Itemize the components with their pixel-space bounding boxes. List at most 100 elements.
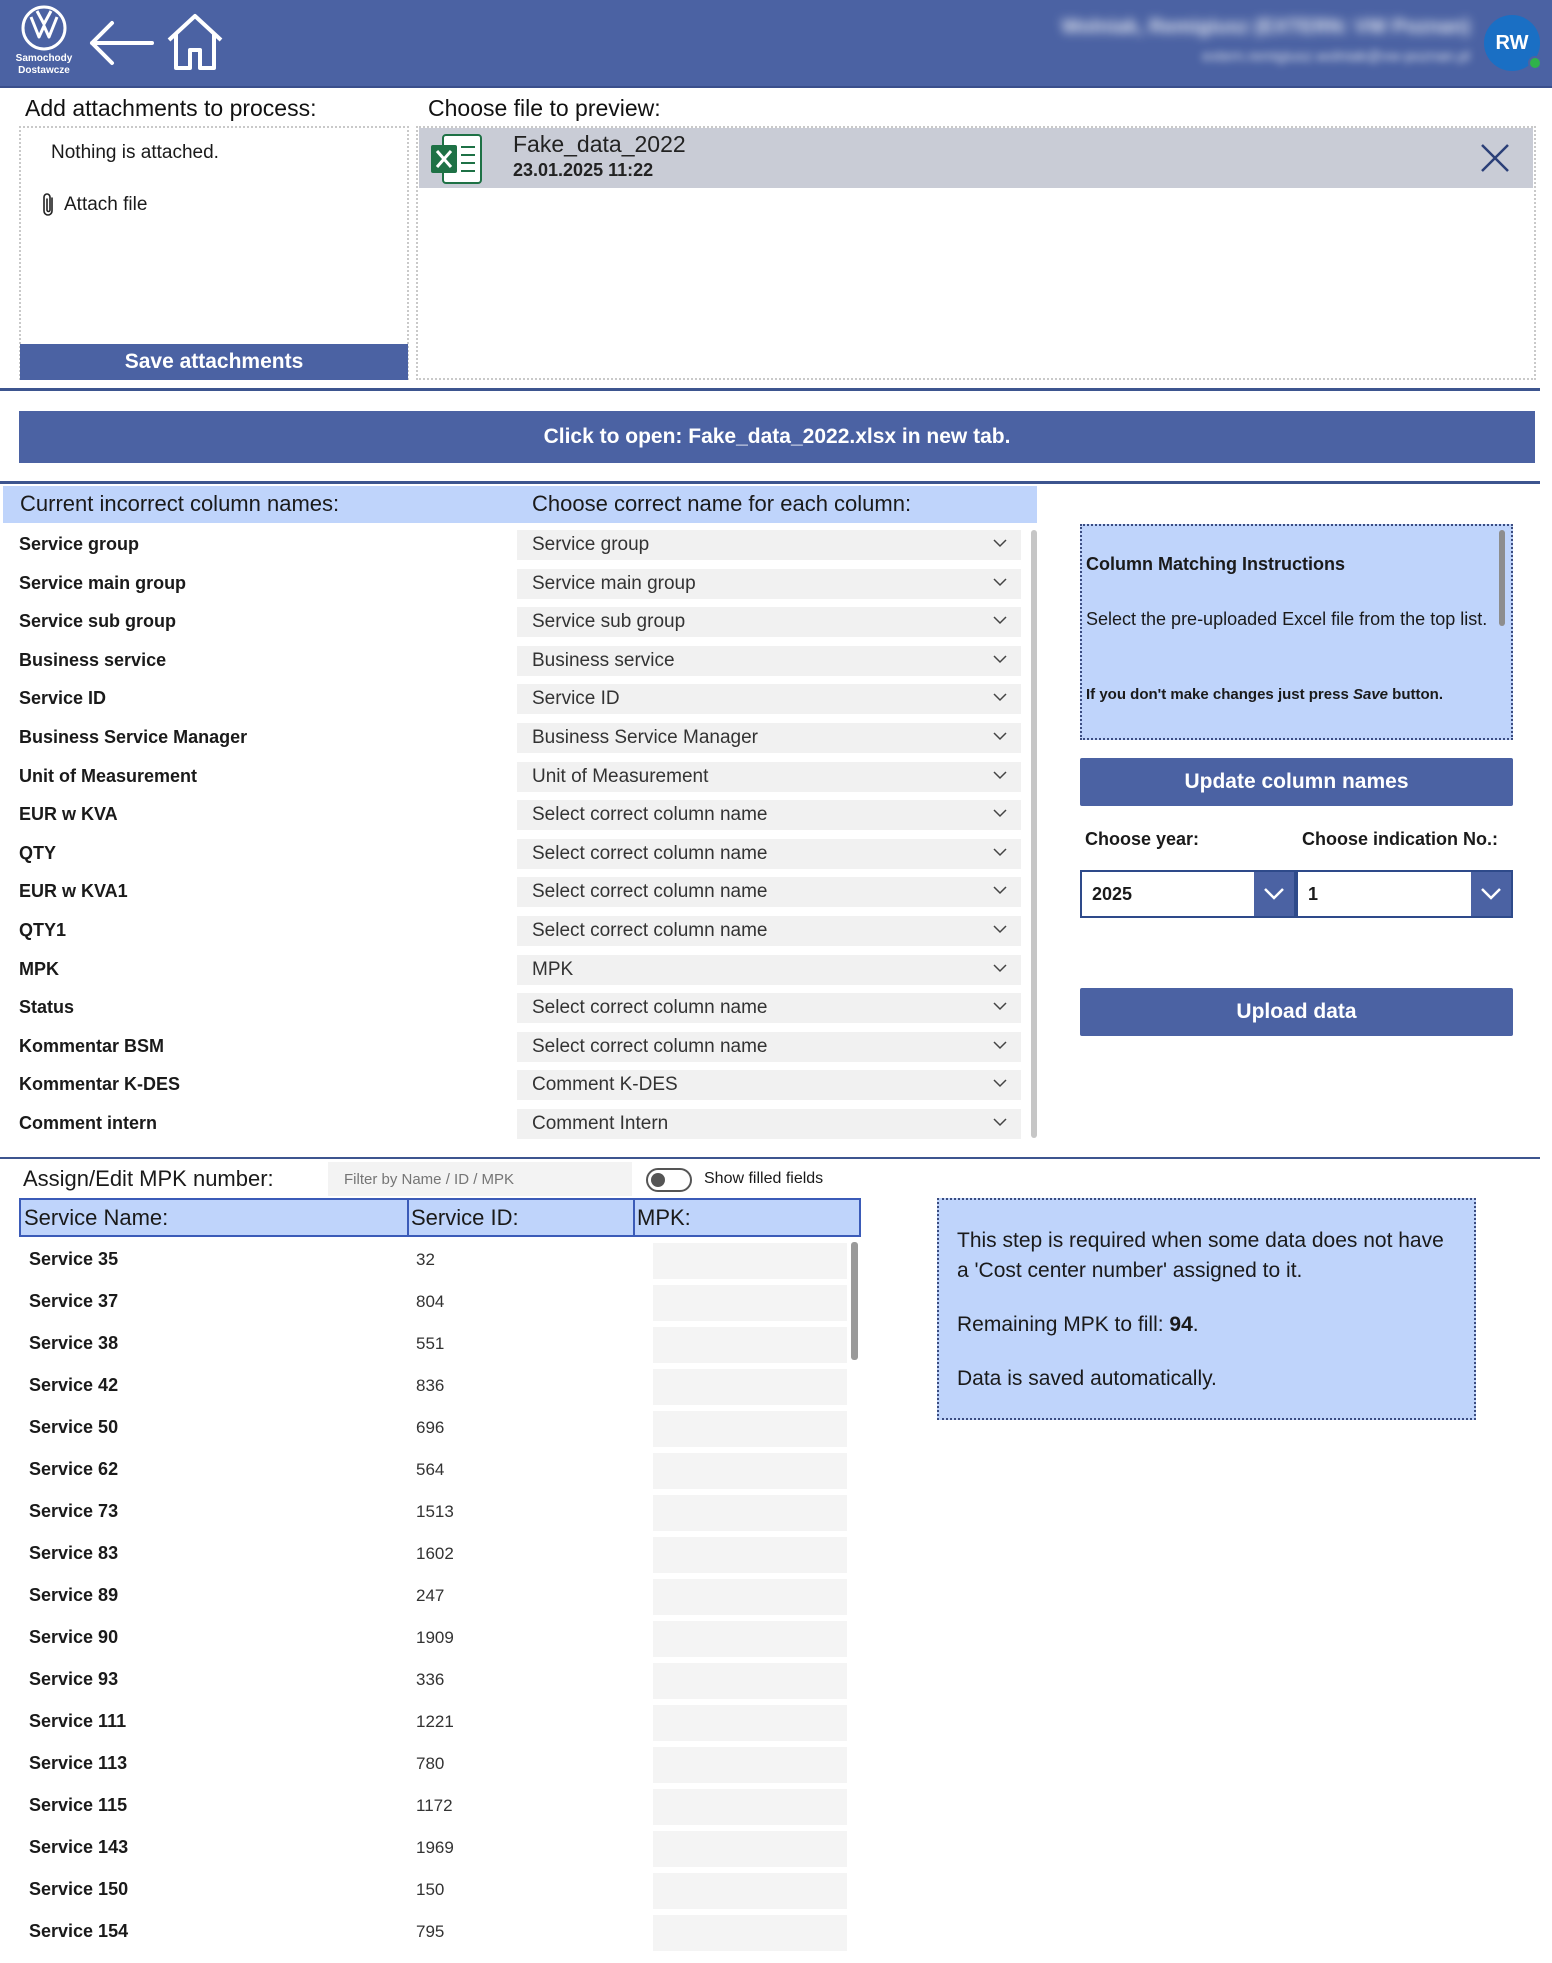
- column-name-dropdown[interactable]: MPK: [517, 954, 1021, 985]
- mpk-input[interactable]: [653, 1747, 847, 1783]
- mpk-input[interactable]: [653, 1495, 847, 1531]
- section-divider: [0, 1157, 1540, 1159]
- column-name-dropdown[interactable]: Business service: [517, 645, 1021, 676]
- service-id: 150: [416, 1880, 445, 1899]
- mapping-row: EUR w KVA Select correct column name: [0, 797, 1030, 836]
- service-name: Service 73: [29, 1501, 119, 1521]
- show-filled-label: Show filled fields: [704, 1170, 824, 1187]
- save-attachments-button[interactable]: Save attachments: [20, 344, 408, 380]
- mpk-input[interactable]: [653, 1285, 847, 1321]
- paperclip-icon: [43, 193, 53, 216]
- current-column-name: Comment intern: [19, 1113, 158, 1133]
- current-columns-header: Current incorrect column names:: [20, 491, 340, 516]
- mapping-scrollbar[interactable]: [1031, 530, 1037, 1138]
- column-name-dropdown[interactable]: Select correct column name: [517, 993, 1021, 1024]
- mpk-input[interactable]: [653, 1831, 847, 1867]
- mpk-input[interactable]: [653, 1705, 847, 1741]
- column-name-dropdown[interactable]: Business Service Manager: [517, 723, 1021, 753]
- dropdown-value: Select correct column name: [532, 842, 768, 864]
- instructions-scrollbar[interactable]: [1499, 530, 1505, 626]
- show-filled-toggle[interactable]: [646, 1168, 692, 1192]
- chevron-down-icon: [1481, 888, 1501, 900]
- current-column-name: Service sub group: [19, 611, 177, 632]
- current-column-name: Business service: [19, 649, 167, 670]
- column-name-dropdown[interactable]: Select correct column name: [517, 877, 1021, 908]
- current-column-name: Status: [19, 997, 75, 1018]
- indication-select-button[interactable]: [1471, 872, 1511, 916]
- service-name: Service 93: [29, 1669, 119, 1689]
- column-name-dropdown[interactable]: Select correct column name: [517, 838, 1021, 869]
- back-button[interactable]: [86, 14, 156, 72]
- open-file-button[interactable]: Click to open: Fake_data_2022.xlsx in ne…: [19, 411, 1535, 463]
- service-id: 1602: [416, 1544, 454, 1563]
- table-row: Service 113 780: [0, 1745, 860, 1787]
- attach-file-button[interactable]: Attach file: [40, 192, 147, 218]
- update-column-names-button[interactable]: Update column names: [1080, 758, 1513, 806]
- column-name-dropdown[interactable]: Service group: [517, 530, 1021, 560]
- chevron-down-icon: [993, 848, 1007, 856]
- service-id: 696: [416, 1418, 445, 1437]
- service-name: Service 35: [29, 1249, 119, 1269]
- mpk-input[interactable]: [653, 1369, 847, 1405]
- mapping-row: MPK MPK: [0, 952, 1030, 991]
- file-list-item[interactable]: Fake_data_2022 23.01.2025 11:22: [419, 128, 1533, 188]
- chevron-down-icon: [993, 616, 1007, 625]
- service-id: 1221: [416, 1712, 454, 1731]
- table-row: Service 93 336: [0, 1661, 860, 1703]
- current-column-name: QTY: [19, 842, 57, 863]
- remove-file-button[interactable]: [1477, 140, 1513, 176]
- instructions-text: Select the pre-uploaded Excel file from …: [1086, 609, 1488, 629]
- service-name: Service 111: [29, 1711, 127, 1731]
- presence-status-icon: [1528, 56, 1542, 70]
- indication-label: Choose indication No.:: [1302, 829, 1498, 849]
- mpk-input[interactable]: [653, 1327, 847, 1363]
- service-id: 32: [416, 1250, 435, 1269]
- indication-value: 1: [1308, 884, 1319, 904]
- dropdown-value: Select correct column name: [532, 997, 768, 1019]
- mpk-input[interactable]: [653, 1453, 847, 1489]
- indication-select[interactable]: 1: [1296, 870, 1513, 918]
- column-name-dropdown[interactable]: Service sub group: [517, 607, 1021, 638]
- dropdown-value: Service main group: [532, 572, 696, 594]
- current-column-name: Service main group: [19, 572, 187, 593]
- column-name-dropdown[interactable]: Service ID: [517, 684, 1021, 715]
- attachments-box: [19, 126, 409, 380]
- mpk-filter-input[interactable]: [328, 1162, 632, 1196]
- mpk-input[interactable]: [653, 1621, 847, 1657]
- column-name-dropdown[interactable]: Service main group: [517, 568, 1021, 599]
- year-select-button[interactable]: [1254, 872, 1294, 916]
- mpk-input[interactable]: [653, 1915, 847, 1951]
- year-value: 2025: [1092, 884, 1133, 904]
- note-emphasis: Save: [1352, 686, 1389, 703]
- mpk-input[interactable]: [653, 1579, 847, 1615]
- mpk-input[interactable]: [653, 1411, 847, 1447]
- column-name-dropdown[interactable]: Comment Intern: [517, 1109, 1021, 1139]
- mpk-input[interactable]: [653, 1243, 847, 1279]
- current-column-name: Service ID: [19, 688, 107, 709]
- service-name: Service 37: [29, 1291, 119, 1311]
- table-row: Service 73 1513: [0, 1493, 860, 1535]
- current-column-name: QTY1: [19, 920, 67, 940]
- mapping-row: Comment intern Comment Intern: [0, 1106, 1030, 1145]
- home-button[interactable]: [164, 10, 226, 74]
- mpk-input[interactable]: [653, 1663, 847, 1699]
- mpk-input[interactable]: [653, 1873, 847, 1909]
- service-id: 551: [416, 1334, 445, 1353]
- remaining-prefix: Remaining MPK to fill:: [957, 1313, 1170, 1336]
- column-name-dropdown[interactable]: Select correct column name: [517, 800, 1021, 831]
- col-header-mpk: MPK:: [637, 1205, 691, 1230]
- mapping-row: Business service Business service: [0, 643, 1030, 682]
- mpk-input[interactable]: [653, 1789, 847, 1825]
- app-header: Samochody Dostawcze Wolniak, Remigiusz (…: [0, 0, 1552, 86]
- year-select[interactable]: 2025: [1080, 870, 1296, 918]
- table-row: Service 150 150: [0, 1871, 860, 1913]
- upload-data-button[interactable]: Upload data: [1080, 988, 1513, 1036]
- column-name-dropdown[interactable]: Select correct column name: [517, 916, 1021, 946]
- mapping-row: Kommentar BSM Select correct column name: [0, 1029, 1030, 1068]
- mpk-input[interactable]: [653, 1537, 847, 1573]
- column-name-dropdown[interactable]: Comment K-DES: [517, 1070, 1021, 1101]
- column-name-dropdown[interactable]: Select correct column name: [517, 1031, 1021, 1062]
- column-name-dropdown[interactable]: Unit of Measurement: [517, 761, 1021, 792]
- mpk-scrollbar[interactable]: [851, 1242, 858, 1360]
- chevron-down-icon: [993, 693, 1007, 702]
